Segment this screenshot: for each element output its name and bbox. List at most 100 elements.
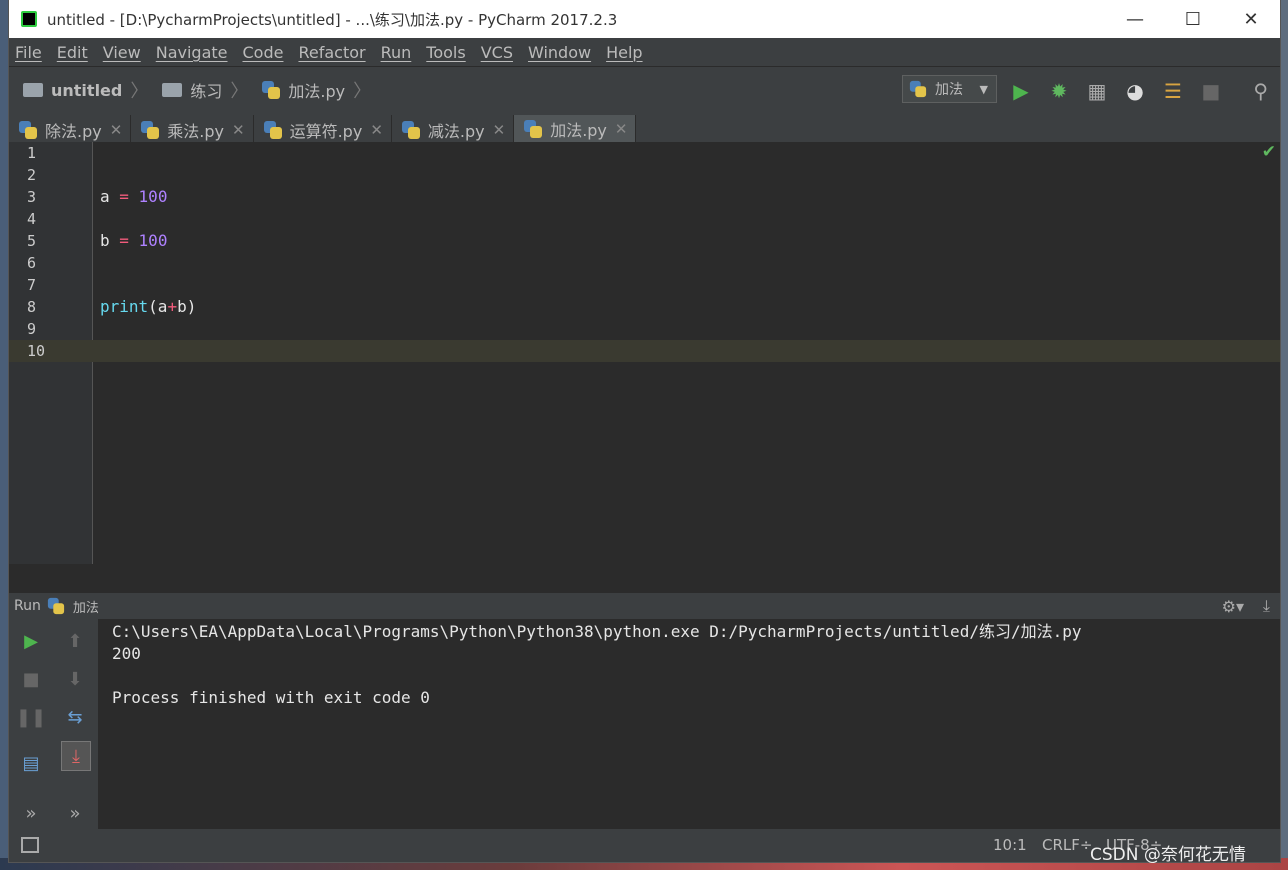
- down-arrow-icon[interactable]: ⬇: [61, 665, 89, 693]
- tab-label: 乘法.py: [167, 122, 225, 141]
- expand-more-icon[interactable]: »: [61, 799, 89, 827]
- run-configuration-label: 加法: [935, 82, 963, 98]
- menu-run[interactable]: Run: [381, 43, 412, 62]
- gear-icon[interactable]: ⚙▾: [1222, 597, 1244, 616]
- close-tab-icon[interactable]: ✕: [110, 121, 123, 139]
- close-tab-icon[interactable]: ✕: [370, 121, 383, 139]
- code-text: print(a+b): [100, 297, 197, 316]
- line-number: 8: [27, 298, 37, 316]
- code-line[interactable]: 1: [9, 142, 1280, 164]
- concurrency-icon[interactable]: ☰: [1161, 79, 1185, 103]
- title-bar: untitled - [D:\PycharmProjects\untitled]…: [9, 0, 1280, 38]
- caret-position[interactable]: 10:1: [993, 836, 1027, 854]
- soft-wrap-icon[interactable]: ⇆: [61, 703, 89, 731]
- debug-icon[interactable]: ✹: [1047, 79, 1071, 103]
- console-line: Process finished with exit code 0: [112, 688, 430, 707]
- breadcrumb-file-label: 加法.py: [288, 82, 346, 101]
- code-line-current[interactable]: 10: [9, 340, 1280, 362]
- stop-icon[interactable]: ■: [17, 665, 45, 693]
- menu-tools[interactable]: Tools: [426, 43, 465, 62]
- folder-icon: [23, 83, 43, 97]
- line-number: 2: [27, 166, 37, 184]
- chevron-right-icon: 〉: [130, 81, 149, 102]
- console-output[interactable]: C:\Users\EA\AppData\Local\Programs\Pytho…: [112, 621, 1082, 709]
- pycharm-app-icon: [21, 11, 37, 27]
- code-line[interactable]: 8 print(a+b): [9, 296, 1280, 318]
- python-file-icon: [19, 121, 37, 139]
- menu-vcs[interactable]: VCS: [481, 43, 513, 62]
- desktop-background-right: [1280, 0, 1288, 870]
- breadcrumb-project-label: untitled: [51, 80, 123, 100]
- tab-subtraction[interactable]: 减法.py ✕: [392, 115, 515, 145]
- menu-file[interactable]: File: [15, 43, 42, 62]
- python-file-icon: [141, 121, 160, 139]
- chevron-right-icon: 〉: [353, 81, 372, 102]
- run-panel-toolbar: ▶ ⬆ ■ ⬇ ❚❚ ⇆ ▤ ⤓ » »: [9, 619, 98, 829]
- code-line[interactable]: 5 b = 100: [9, 230, 1280, 252]
- menu-refactor[interactable]: Refactor: [298, 43, 365, 62]
- tab-label: 除法.py: [45, 122, 102, 141]
- breadcrumb-folder-label: 练习: [190, 82, 223, 101]
- window-title: untitled - [D:\PycharmProjects\untitled]…: [47, 10, 618, 29]
- code-line[interactable]: 3 a = 100: [9, 186, 1280, 208]
- menu-window[interactable]: Window: [528, 43, 591, 62]
- expand-more-icon[interactable]: »: [17, 799, 45, 827]
- breadcrumb-folder[interactable]: 练习 〉: [162, 77, 248, 103]
- line-number: 9: [27, 320, 37, 338]
- line-number: 6: [27, 254, 37, 272]
- code-text: a = 100: [100, 187, 168, 206]
- tab-division[interactable]: 除法.py ✕: [9, 115, 132, 145]
- code-line[interactable]: 6: [9, 252, 1280, 274]
- stop-icon[interactable]: ■: [1199, 79, 1223, 103]
- breadcrumb-project[interactable]: untitled 〉: [23, 77, 148, 103]
- up-arrow-icon[interactable]: ⬆: [61, 627, 89, 655]
- code-line[interactable]: 4: [9, 208, 1280, 230]
- scroll-to-end-icon[interactable]: ⤓: [61, 741, 91, 771]
- dropdown-arrow-icon: ▼: [979, 82, 988, 96]
- rerun-icon[interactable]: ▶: [17, 627, 45, 655]
- run-configuration-select[interactable]: 加法 ▼: [902, 75, 997, 103]
- line-separator[interactable]: CRLF÷: [1042, 836, 1092, 854]
- pause-icon[interactable]: ❚❚: [16, 703, 46, 731]
- tab-addition[interactable]: 加法.py ✕: [514, 115, 637, 145]
- tab-multiplication[interactable]: 乘法.py ✕: [131, 115, 254, 145]
- run-panel-config: 加法: [72, 600, 99, 616]
- code-line[interactable]: 9: [9, 318, 1280, 340]
- close-button[interactable]: ✕: [1222, 0, 1280, 38]
- close-tab-icon[interactable]: ✕: [615, 120, 628, 138]
- search-icon[interactable]: ⚲: [1253, 79, 1268, 103]
- run-panel: ▶ ⬆ ■ ⬇ ❚❚ ⇆ ▤ ⤓ » » C:\Users\EA\AppData…: [9, 619, 1280, 829]
- hide-panel-icon[interactable]: ⤓: [1263, 596, 1270, 616]
- profile-icon[interactable]: ◕: [1123, 79, 1147, 103]
- close-tab-icon[interactable]: ✕: [493, 121, 506, 139]
- tab-label: 减法.py: [427, 122, 485, 141]
- python-file-icon: [524, 119, 543, 138]
- window-controls: — ☐ ✕: [1106, 0, 1280, 38]
- tool-windows-icon[interactable]: [21, 837, 39, 853]
- menu-help[interactable]: Help: [606, 43, 642, 62]
- run-panel-title[interactable]: Run: [14, 598, 41, 614]
- code-editor[interactable]: ✔ 1 2 3 a = 100 4 5 b = 100 6 7 8 print(…: [9, 142, 1280, 564]
- console-line: C:\Users\EA\AppData\Local\Programs\Pytho…: [112, 622, 1082, 641]
- close-tab-icon[interactable]: ✕: [232, 121, 245, 139]
- code-line[interactable]: 2: [9, 164, 1280, 186]
- menu-edit[interactable]: Edit: [57, 43, 88, 62]
- breadcrumb-file[interactable]: 加法.py 〉: [262, 77, 371, 103]
- menu-navigate[interactable]: Navigate: [156, 43, 228, 62]
- menu-code[interactable]: Code: [243, 43, 284, 62]
- python-file-icon: [401, 121, 420, 139]
- run-icon[interactable]: ▶: [1009, 79, 1033, 103]
- maximize-button[interactable]: ☐: [1164, 0, 1222, 38]
- navigation-bar: untitled 〉 练习 〉 加法.py 〉 加法 ▼ ▶ ✹ ▦ ◕ ☰ ■…: [9, 66, 1280, 113]
- restore-layout-icon[interactable]: ▤: [17, 749, 45, 777]
- run-toolbar-icons: ▶ ✹ ▦ ◕ ☰ ■: [1009, 79, 1237, 103]
- tab-operators[interactable]: 运算符.py ✕: [254, 115, 392, 145]
- code-line[interactable]: 7: [9, 274, 1280, 296]
- coverage-icon[interactable]: ▦: [1085, 79, 1109, 103]
- minimize-button[interactable]: —: [1106, 0, 1164, 38]
- pycharm-window: untitled - [D:\PycharmProjects\untitled]…: [9, 0, 1280, 862]
- menu-view[interactable]: View: [103, 43, 141, 62]
- python-icon: [909, 80, 927, 98]
- line-number: 3: [27, 188, 37, 206]
